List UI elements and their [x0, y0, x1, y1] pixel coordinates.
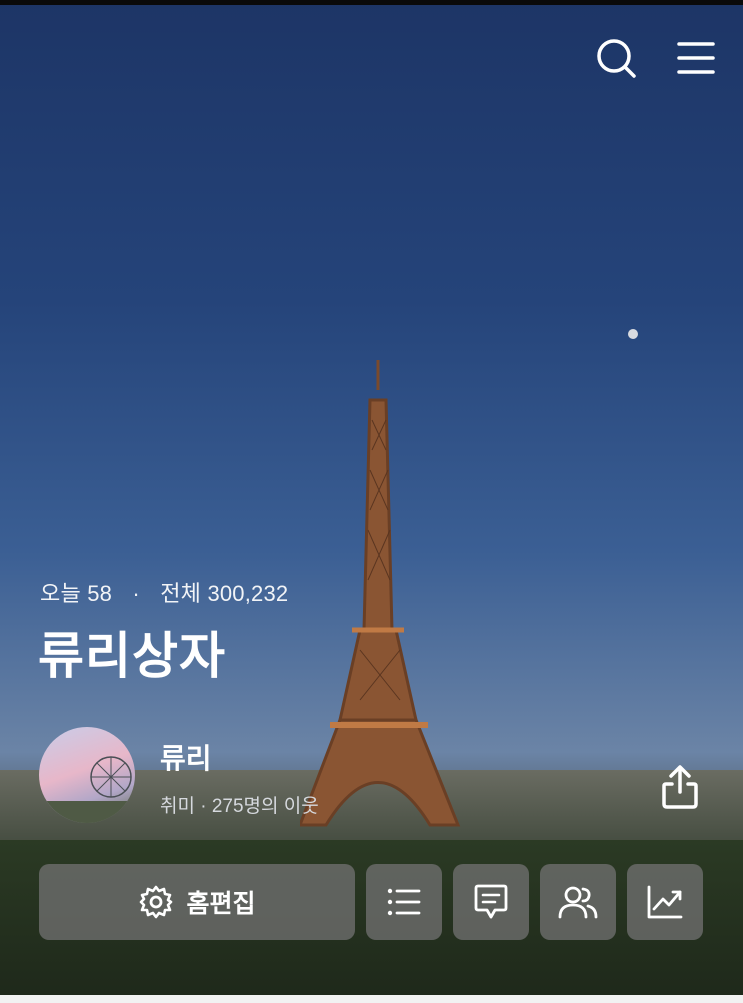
share-button[interactable]	[656, 763, 704, 811]
comment-icon	[474, 884, 508, 919]
total-label: 전체	[160, 581, 202, 606]
content-divider	[0, 995, 743, 1003]
cover-image	[0, 0, 743, 1003]
today-count: 58	[87, 581, 113, 606]
edit-home-label: 홈편집	[186, 890, 256, 918]
ferris-wheel-photo	[39, 756, 135, 823]
post-list-button[interactable]	[366, 864, 442, 940]
neighbors-icon	[558, 886, 598, 919]
stats-separator: ·	[132, 581, 140, 606]
edit-home-button[interactable]: 홈편집	[39, 864, 355, 940]
search-icon	[597, 39, 636, 78]
settings-icon	[140, 885, 173, 919]
visitor-stats: 오늘 58 · 전체 300,232	[40, 576, 288, 608]
search-button[interactable]	[594, 36, 638, 80]
avatar[interactable]	[39, 727, 135, 823]
statistics-button[interactable]	[627, 864, 703, 940]
today-label: 오늘	[40, 581, 81, 606]
moon	[628, 329, 638, 339]
status-bar-edge	[0, 0, 743, 5]
menu-icon	[677, 42, 715, 74]
stats-icon	[647, 885, 683, 919]
eiffel-tower	[300, 360, 461, 827]
total-count: 300,232	[207, 581, 289, 606]
nickname[interactable]: 류리	[160, 737, 212, 777]
guestbook-button[interactable]	[453, 864, 529, 940]
share-icon	[662, 765, 698, 809]
blog-title[interactable]: 류리상자	[38, 616, 226, 688]
neighbors-button[interactable]	[540, 864, 616, 940]
list-icon	[387, 888, 421, 916]
profile-meta: 취미 · 275명의 이웃	[160, 796, 319, 817]
menu-button[interactable]	[674, 36, 718, 80]
